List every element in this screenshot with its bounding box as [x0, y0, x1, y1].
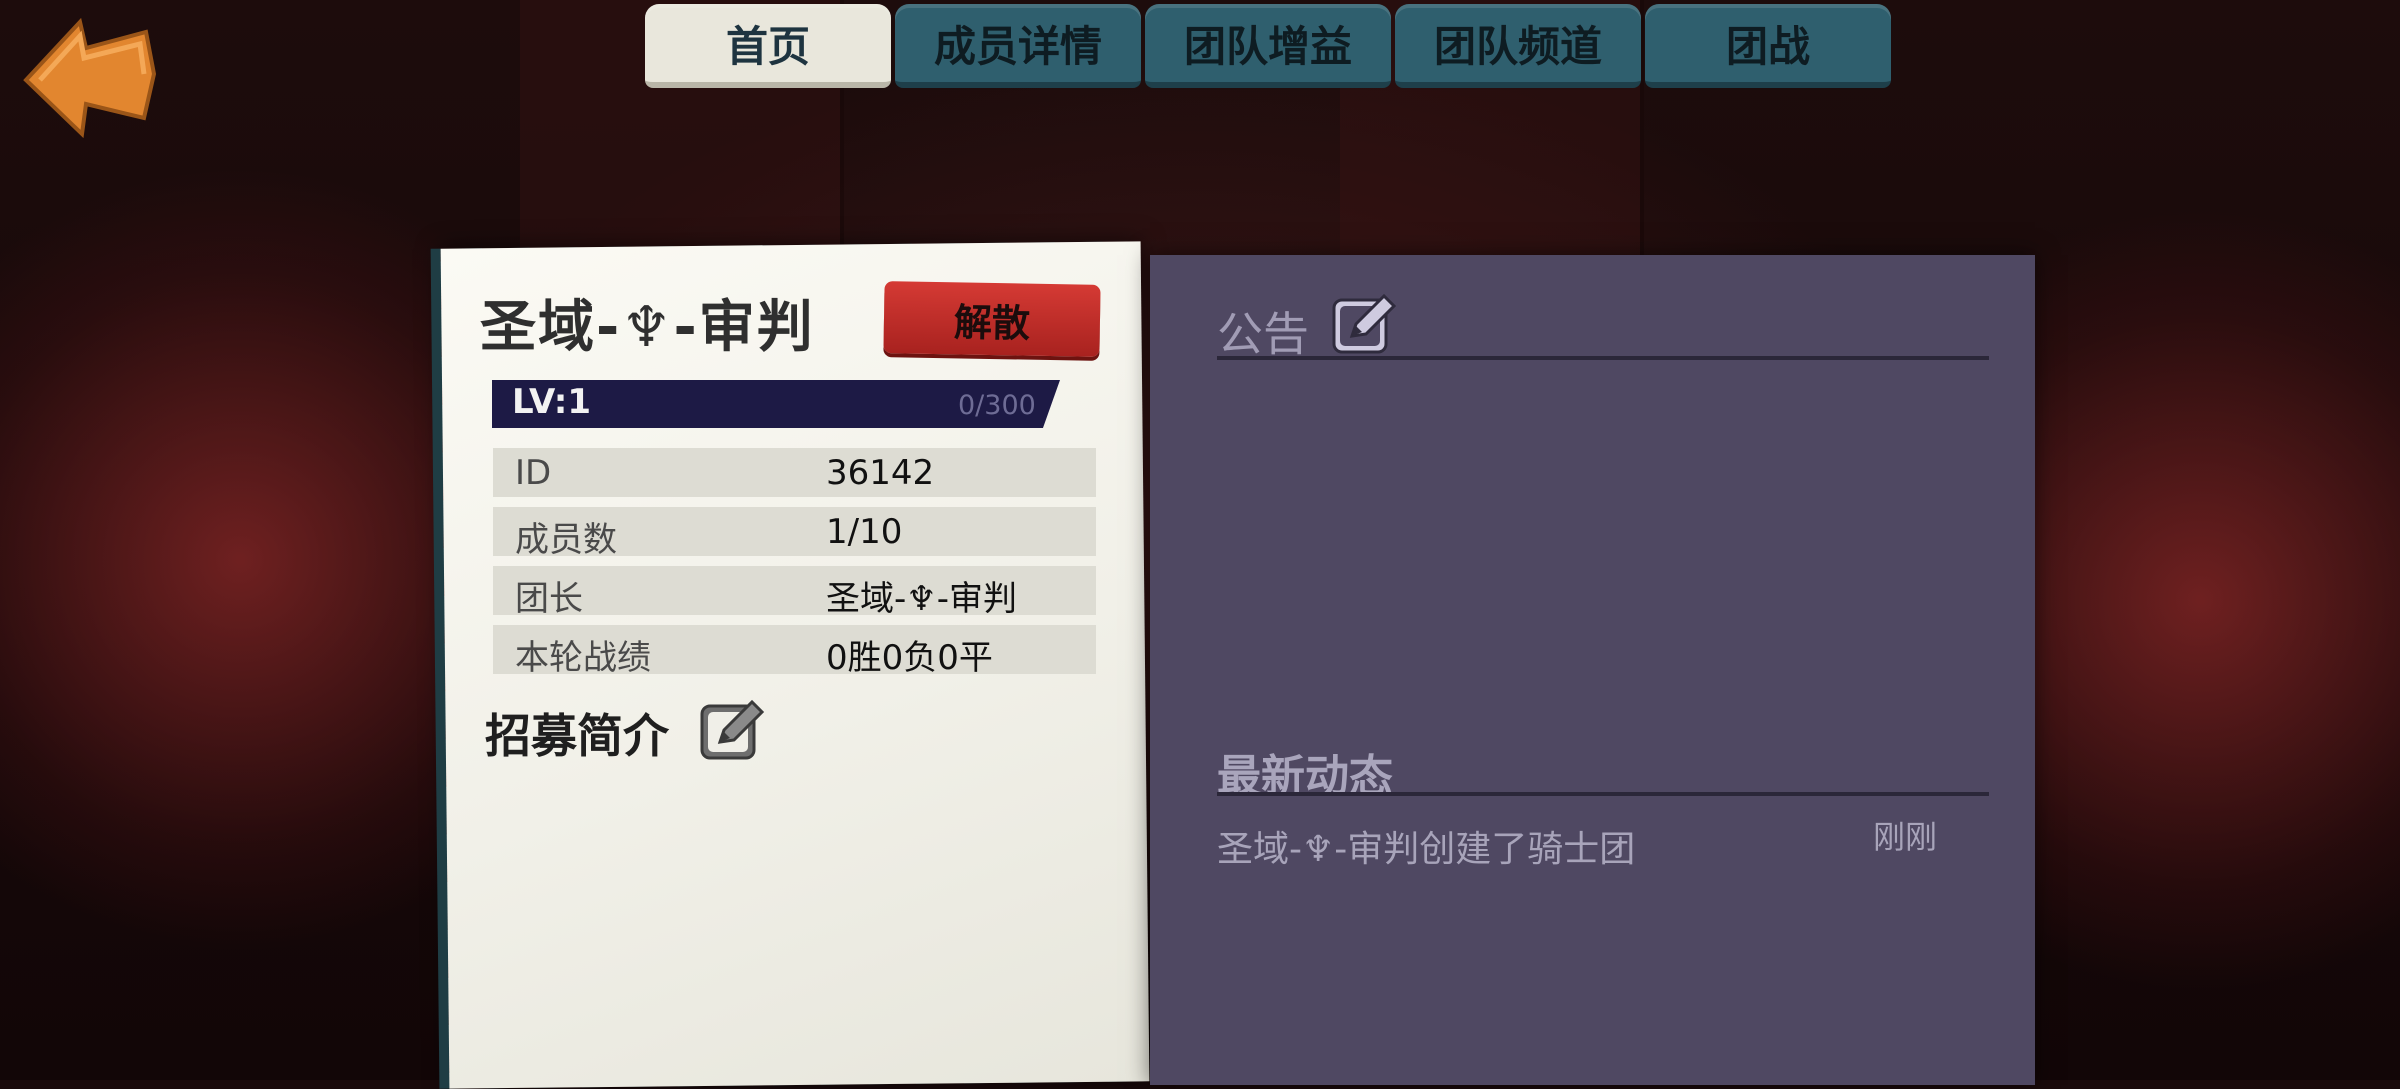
pencil-edit-icon: [1332, 293, 1397, 354]
tab-bar: 首页 成员详情 团队增益 团队频道 团战: [645, 4, 1891, 88]
announcement-divider: [1217, 356, 1989, 360]
back-button[interactable]: [22, 14, 162, 140]
info-value: 0胜0负0平: [826, 638, 993, 678]
tab-member-details[interactable]: 成员详情: [895, 4, 1141, 88]
info-key: ID: [515, 453, 552, 493]
level-progress-text: 0/300: [958, 390, 1036, 421]
tab-team-buffs[interactable]: 团队增益: [1145, 4, 1391, 88]
guild-name: 圣域-♆-审判: [480, 295, 815, 360]
info-row-member-count: 成员数 1/10: [493, 507, 1096, 560]
info-key: 团长: [515, 579, 583, 619]
info-row-record: 本轮战绩 0胜0负0平: [493, 625, 1096, 678]
tab-home[interactable]: 首页: [645, 4, 891, 88]
info-row-leader: 团长 圣域-♆-审判: [493, 566, 1096, 619]
level-label: LV:1: [512, 382, 592, 422]
info-key: 本轮战绩: [515, 638, 651, 678]
tab-team-battle[interactable]: 团战: [1645, 4, 1891, 88]
info-row-id: ID 36142: [493, 448, 1096, 497]
announcement-panel: [1150, 255, 2035, 1085]
info-value: 圣域-♆-审判: [826, 579, 1018, 619]
latest-news-divider: [1217, 792, 1989, 796]
edit-recruit-intro-button[interactable]: [696, 694, 768, 766]
recruit-intro-title: 招募简介: [485, 709, 669, 763]
edit-announcement-button[interactable]: [1328, 288, 1400, 360]
news-item-time: 刚刚: [1873, 818, 1938, 856]
info-key: 成员数: [515, 520, 617, 560]
news-item-text: 圣域-♆-审判创建了骑士团: [1217, 829, 1636, 870]
disband-button[interactable]: 解散: [883, 281, 1101, 357]
info-value: 1/10: [826, 512, 903, 552]
info-value: 36142: [826, 453, 935, 493]
pencil-edit-icon: [700, 699, 765, 760]
arrow-left-icon: [23, 17, 157, 139]
announcement-title: 公告: [1217, 307, 1309, 361]
tab-team-channel[interactable]: 团队频道: [1395, 4, 1641, 88]
